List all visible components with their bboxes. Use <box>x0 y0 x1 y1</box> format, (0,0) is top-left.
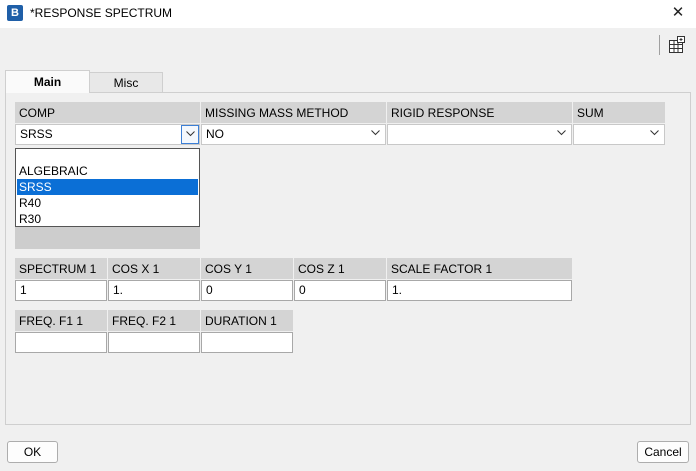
missing-mass-method-header: MISSING MASS METHOD <box>201 102 386 123</box>
freq-f1-1-header: FREQ. F1 1 <box>15 310 107 331</box>
comp-select-value: SRSS <box>20 127 53 141</box>
spectrum-1-input[interactable]: 1 <box>15 280 107 301</box>
duration-1-input[interactable] <box>201 332 293 353</box>
rigid-response-select[interactable] <box>387 124 572 145</box>
cancel-button[interactable]: Cancel <box>637 441 689 463</box>
chevron-down-icon[interactable] <box>367 125 385 144</box>
spectrum-1-header: SPECTRUM 1 <box>15 258 107 279</box>
sum-select[interactable] <box>573 124 665 145</box>
dropdown-option-algebraic[interactable]: ALGEBRAIC <box>17 163 198 179</box>
dropdown-shadow-area <box>15 227 200 249</box>
cos-y-1-input[interactable]: 0 <box>201 280 293 301</box>
cos-z-1-input[interactable]: 0 <box>294 280 386 301</box>
app-logo-icon: B <box>7 5 23 21</box>
cos-y-1-header: COS Y 1 <box>201 258 293 279</box>
missing-mass-method-select[interactable]: NO <box>201 124 386 145</box>
tab-main[interactable]: Main <box>5 70 90 93</box>
dropdown-option-r30[interactable]: R30 <box>17 211 198 227</box>
chevron-down-icon[interactable] <box>553 125 571 144</box>
window-title: *RESPONSE SPECTRUM <box>30 6 173 20</box>
dropdown-option-r40[interactable]: R40 <box>17 195 198 211</box>
title-bar: B *RESPONSE SPECTRUM ✕ <box>0 0 696 28</box>
paste-table-icon[interactable] <box>667 35 687 55</box>
cos-x-1-header: COS X 1 <box>108 258 200 279</box>
close-icon[interactable]: ✕ <box>668 3 688 23</box>
toolbar-separator <box>659 35 660 55</box>
ok-button[interactable]: OK <box>7 441 58 463</box>
cos-z-1-header: COS Z 1 <box>294 258 386 279</box>
missing-mass-method-value: NO <box>206 127 224 141</box>
chevron-down-icon[interactable] <box>646 125 664 144</box>
scale-factor-1-header: SCALE FACTOR 1 <box>387 258 572 279</box>
scale-factor-1-input[interactable]: 1. <box>387 280 572 301</box>
dropdown-option-srss[interactable]: SRSS <box>17 179 198 195</box>
comp-header: COMP <box>15 102 200 123</box>
freq-f2-1-header: FREQ. F2 1 <box>108 310 200 331</box>
chevron-down-icon[interactable] <box>181 125 199 144</box>
comp-select[interactable]: SRSS <box>15 124 200 145</box>
freq-f2-1-input[interactable] <box>108 332 200 353</box>
freq-f1-1-input[interactable] <box>15 332 107 353</box>
rigid-response-header: RIGID RESPONSE <box>387 102 572 123</box>
comp-dropdown-list: ALGEBRAIC SRSS R40 R30 <box>15 148 200 227</box>
tab-misc[interactable]: Misc <box>89 72 163 93</box>
duration-1-header: DURATION 1 <box>201 310 293 331</box>
cos-x-1-input[interactable]: 1. <box>108 280 200 301</box>
sum-header: SUM <box>573 102 665 123</box>
